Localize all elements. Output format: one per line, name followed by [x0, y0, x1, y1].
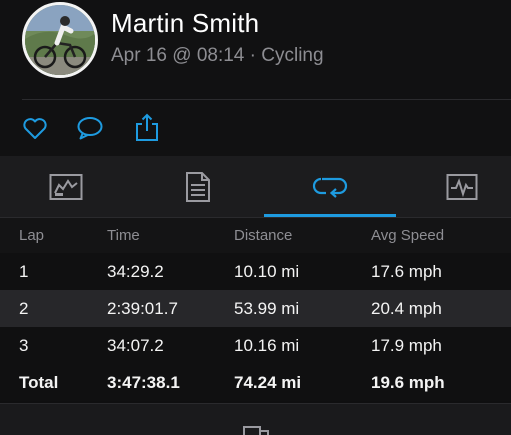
lap-time: 34:07.2: [107, 335, 164, 355]
lap-avg-speed: 17.9 mph: [371, 335, 442, 355]
device-icon[interactable]: [242, 424, 276, 435]
laps-table: Lap Time Distance Avg Speed 1 34:29.2 10…: [0, 218, 511, 401]
heart-icon[interactable]: [20, 113, 50, 143]
total-row: Total 3:47:38.1 74.24 mi 19.6 mph: [0, 364, 511, 401]
lap-distance: 10.16 mi: [234, 335, 300, 355]
bottom-bar: [0, 403, 511, 435]
activity-graph-icon: [446, 174, 478, 200]
total-avg-speed: 19.6 mph: [371, 372, 445, 392]
share-icon[interactable]: [132, 113, 162, 143]
tab-details[interactable]: [133, 156, 263, 218]
table-header: Lap Time Distance Avg Speed: [0, 218, 511, 253]
total-label: Total: [19, 372, 59, 392]
table-row[interactable]: 2 2:39:01.7 53.99 mi 20.4 mph: [0, 290, 511, 327]
comment-icon[interactable]: [75, 113, 105, 143]
lap-number: 1: [19, 261, 29, 281]
lap-avg-speed: 20.4 mph: [371, 298, 442, 318]
column-header-lap: Lap: [19, 227, 45, 244]
column-header-avg-speed: Avg Speed: [371, 227, 445, 244]
lap-distance: 10.10 mi: [234, 261, 300, 281]
activity-header: Martin Smith Apr 16 @ 08:14 · Cycling: [0, 0, 511, 100]
lap-time: 2:39:01.7: [107, 298, 178, 318]
tab-overview[interactable]: [1, 156, 131, 218]
lap-time: 34:29.2: [107, 261, 164, 281]
column-header-time: Time: [107, 227, 140, 244]
document-icon: [186, 172, 210, 202]
column-header-distance: Distance: [234, 227, 293, 244]
avatar[interactable]: [22, 2, 98, 78]
action-bar: [0, 100, 511, 156]
chart-card-icon: [49, 174, 83, 200]
activity-meta: Apr 16 @ 08:14 · Cycling: [111, 45, 324, 66]
tab-bar: [0, 156, 511, 218]
lap-avg-speed: 17.6 mph: [371, 261, 442, 281]
lap-number: 3: [19, 335, 29, 355]
tab-laps[interactable]: [265, 156, 395, 218]
tab-charts[interactable]: [397, 156, 511, 218]
total-distance: 74.24 mi: [234, 372, 302, 392]
table-row[interactable]: 1 34:29.2 10.10 mi 17.6 mph: [0, 253, 511, 290]
athlete-name: Martin Smith: [111, 8, 260, 38]
laps-loop-icon: [312, 177, 348, 198]
table-row[interactable]: 3 34:07.2 10.16 mi 17.9 mph: [0, 327, 511, 364]
lap-distance: 53.99 mi: [234, 298, 300, 318]
total-time: 3:47:38.1: [107, 372, 180, 392]
lap-number: 2: [19, 298, 29, 318]
